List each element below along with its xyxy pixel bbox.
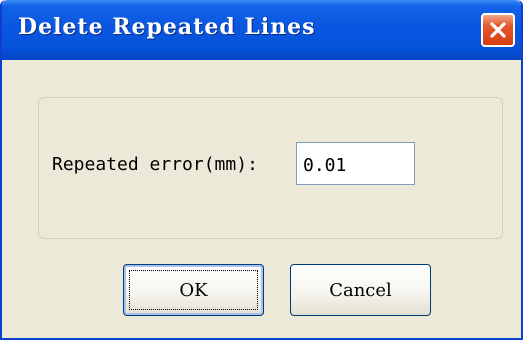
close-button[interactable] [481,13,515,47]
title-bar[interactable]: Delete Repeated Lines [2,0,521,60]
cancel-button-label: Cancel [329,279,392,301]
close-icon [489,21,507,39]
cancel-button[interactable]: Cancel [290,264,431,316]
focus-ring [129,270,258,310]
ok-button[interactable]: OK [123,264,264,316]
dialog-title: Delete Repeated Lines [18,14,316,40]
repeated-error-label: Repeated error(mm): [52,154,258,175]
dialog-window: Delete Repeated Lines Repeated error(mm)… [0,0,523,340]
repeated-error-input[interactable] [296,142,415,185]
